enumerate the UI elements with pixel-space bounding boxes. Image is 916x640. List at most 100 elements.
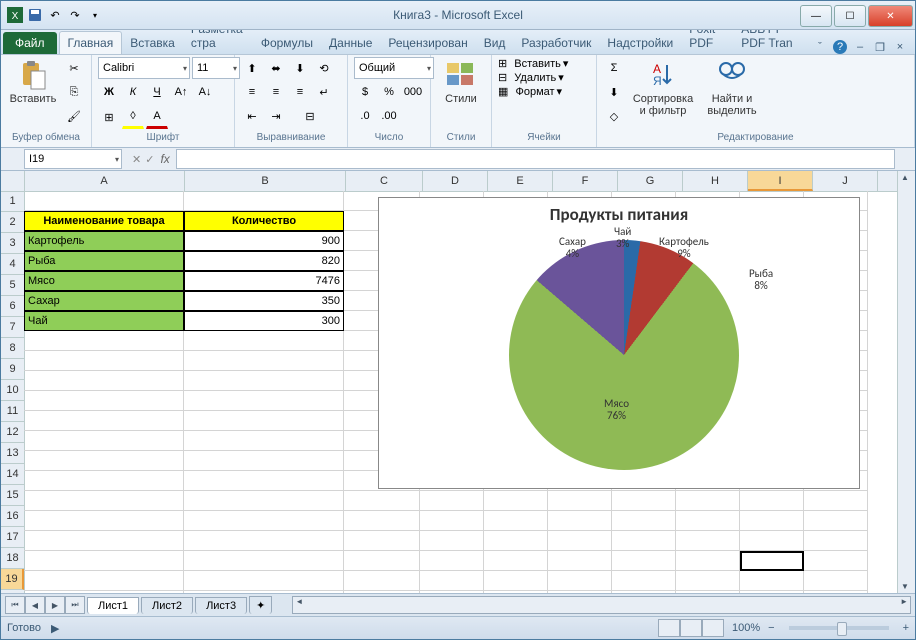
- cell-B6[interactable]: 350: [184, 291, 344, 311]
- col-header-C[interactable]: C: [346, 171, 423, 191]
- row-header-8[interactable]: 8: [1, 338, 24, 359]
- merge-icon[interactable]: ⊟: [289, 105, 331, 127]
- styles-button[interactable]: Стили: [437, 57, 485, 107]
- cell-A3[interactable]: Картофель: [24, 231, 184, 251]
- col-header-G[interactable]: G: [618, 171, 683, 191]
- sheet-last-icon[interactable]: ⏭: [65, 596, 85, 614]
- undo-icon[interactable]: ↶: [47, 7, 63, 23]
- align-top-icon[interactable]: ⬆: [241, 57, 263, 79]
- formula-bar[interactable]: [176, 149, 895, 169]
- sheet-tab-3[interactable]: Лист3: [195, 597, 247, 614]
- macro-record-icon[interactable]: ▶: [51, 622, 59, 635]
- minimize-ribbon-icon[interactable]: ˇ: [813, 40, 827, 54]
- col-header-A[interactable]: A: [24, 171, 185, 191]
- cell-B5[interactable]: 7476: [184, 271, 344, 291]
- row-header-16[interactable]: 16: [1, 506, 24, 527]
- row-header-6[interactable]: 6: [1, 296, 24, 317]
- cells[interactable]: Продукты питания Картофель 9% Рыба 8% Мя…: [24, 191, 897, 593]
- row-header-14[interactable]: 14: [1, 464, 24, 485]
- orientation-icon[interactable]: ⟲: [313, 57, 335, 79]
- tab-formulas[interactable]: Формулы: [253, 32, 321, 54]
- row-header-13[interactable]: 13: [1, 443, 24, 464]
- cell-A4[interactable]: Рыба: [24, 251, 184, 271]
- percent-icon[interactable]: %: [378, 81, 400, 103]
- paste-button[interactable]: Вставить: [7, 57, 59, 107]
- comma-icon[interactable]: 000: [402, 81, 424, 103]
- increase-font-icon[interactable]: A↑: [170, 81, 192, 103]
- find-select-button[interactable]: Найти и выделить: [701, 57, 763, 119]
- horizontal-scrollbar[interactable]: [292, 596, 911, 614]
- col-header-H[interactable]: H: [683, 171, 748, 191]
- number-format-combo[interactable]: Общий: [354, 57, 434, 79]
- increase-decimal-icon[interactable]: .0: [354, 105, 376, 127]
- sort-filter-button[interactable]: AЯСортировка и фильтр: [629, 57, 697, 119]
- row-header-9[interactable]: 9: [1, 359, 24, 380]
- row-header-12[interactable]: 12: [1, 422, 24, 443]
- zoom-slider[interactable]: [789, 626, 889, 630]
- row-header-5[interactable]: 5: [1, 275, 24, 296]
- embedded-chart[interactable]: Продукты питания Картофель 9% Рыба 8% Мя…: [378, 197, 860, 489]
- tab-insert[interactable]: Вставка: [122, 32, 183, 54]
- sheet-tab-1[interactable]: Лист1: [87, 597, 139, 614]
- zoom-in-button[interactable]: +: [903, 622, 909, 634]
- normal-view-button[interactable]: [658, 619, 680, 637]
- row-header-4[interactable]: 4: [1, 254, 24, 275]
- maximize-button[interactable]: ☐: [834, 5, 866, 27]
- insert-cells-button[interactable]: ⊞ Вставить ▾: [498, 57, 568, 70]
- copy-icon[interactable]: ⎘: [63, 81, 85, 103]
- tab-developer[interactable]: Разработчик: [513, 32, 599, 54]
- grid[interactable]: ABCDEFGHIJ 12345678910111213141516171819…: [1, 171, 897, 593]
- sheet-next-icon[interactable]: ▶: [45, 596, 65, 614]
- vertical-scrollbar[interactable]: [897, 171, 915, 593]
- currency-icon[interactable]: $: [354, 81, 376, 103]
- col-header-J[interactable]: J: [813, 171, 878, 191]
- cell-B7[interactable]: 300: [184, 311, 344, 331]
- italic-button[interactable]: К: [122, 81, 144, 103]
- cell-A6[interactable]: Сахар: [24, 291, 184, 311]
- align-middle-icon[interactable]: ⬌: [265, 57, 287, 79]
- tab-view[interactable]: Вид: [476, 32, 514, 54]
- new-sheet-button[interactable]: ✦: [249, 596, 272, 614]
- sheet-tab-2[interactable]: Лист2: [141, 597, 193, 614]
- align-right-icon[interactable]: ≡: [289, 81, 311, 103]
- font-size-combo[interactable]: 11: [192, 57, 240, 79]
- redo-icon[interactable]: ↷: [67, 7, 83, 23]
- fill-color-button[interactable]: ◊: [122, 105, 144, 129]
- autosum-icon[interactable]: Σ: [603, 57, 625, 79]
- bold-button[interactable]: Ж: [98, 81, 120, 103]
- active-cell[interactable]: [740, 551, 804, 571]
- zoom-out-button[interactable]: −: [768, 622, 774, 634]
- cell-B2[interactable]: Количество: [184, 211, 344, 231]
- align-left-icon[interactable]: ≡: [241, 81, 263, 103]
- underline-button[interactable]: Ч: [146, 81, 168, 103]
- delete-cells-button[interactable]: ⊟ Удалить ▾: [498, 71, 564, 84]
- page-break-view-button[interactable]: [702, 619, 724, 637]
- row-header-20[interactable]: 20: [1, 590, 24, 593]
- fx-cancel-icon[interactable]: ✕: [132, 153, 141, 166]
- col-header-D[interactable]: D: [423, 171, 488, 191]
- row-header-19[interactable]: 19: [1, 569, 24, 590]
- border-button[interactable]: ⊞: [98, 106, 120, 128]
- minimize-button[interactable]: —: [800, 5, 832, 27]
- sheet-prev-icon[interactable]: ◀: [25, 596, 45, 614]
- wrap-text-icon[interactable]: ↵: [313, 81, 335, 103]
- align-center-icon[interactable]: ≡: [265, 81, 287, 103]
- file-tab[interactable]: Файл: [3, 32, 57, 54]
- decrease-font-icon[interactable]: A↓: [194, 81, 216, 103]
- zoom-level[interactable]: 100%: [732, 622, 760, 634]
- col-header-F[interactable]: F: [553, 171, 618, 191]
- align-bottom-icon[interactable]: ⬇: [289, 57, 311, 79]
- select-all-corner[interactable]: [1, 171, 25, 192]
- fx-enter-icon[interactable]: ✓: [145, 153, 154, 166]
- col-header-B[interactable]: B: [185, 171, 346, 191]
- save-icon[interactable]: [27, 7, 43, 23]
- row-header-1[interactable]: 1: [1, 191, 24, 212]
- col-header-E[interactable]: E: [488, 171, 553, 191]
- row-header-2[interactable]: 2: [1, 212, 24, 233]
- doc-close-icon[interactable]: ×: [893, 40, 907, 54]
- tab-data[interactable]: Данные: [321, 32, 380, 54]
- doc-restore-icon[interactable]: ❐: [873, 40, 887, 54]
- qat-dropdown-icon[interactable]: ▾: [87, 7, 103, 23]
- clear-icon[interactable]: ◇: [603, 105, 625, 127]
- row-header-17[interactable]: 17: [1, 527, 24, 548]
